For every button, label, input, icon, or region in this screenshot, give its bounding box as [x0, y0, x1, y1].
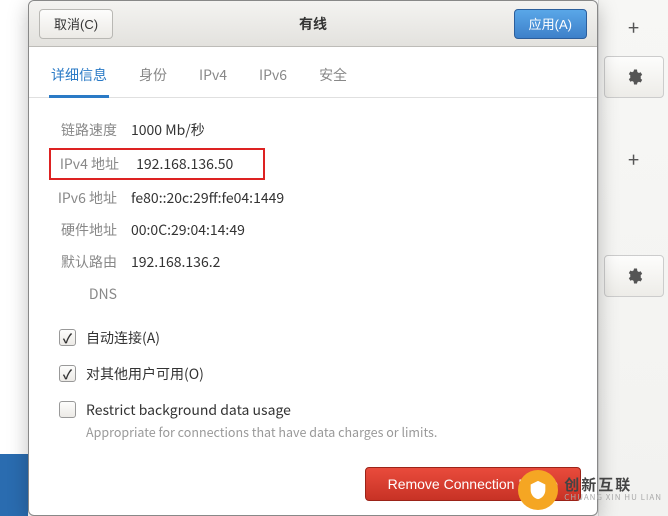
available-all-checkbox[interactable]	[59, 365, 76, 382]
settings-button[interactable]	[604, 56, 664, 98]
apply-button[interactable]: 应用(A)	[514, 9, 587, 39]
tab-details[interactable]: 详细信息	[49, 59, 109, 98]
ipv4-label: IPv4 地址	[57, 154, 119, 174]
dialog-titlebar: 取消(C) 有线 应用(A)	[29, 1, 597, 47]
hardware-row: 硬件地址 00:0C:29:04:14:49	[55, 214, 571, 246]
hardware-value: 00:0C:29:04:14:49	[131, 220, 245, 240]
route-label: 默认路由	[55, 252, 117, 272]
add-icon[interactable]: +	[599, 140, 668, 176]
restrict-data-sublabel: Appropriate for connections that have da…	[86, 422, 437, 441]
route-row: 默认路由 192.168.136.2	[55, 246, 571, 278]
link-speed-value: 1000 Mb/秒	[131, 120, 205, 140]
cancel-button[interactable]: 取消(C)	[39, 9, 113, 39]
ipv4-highlight: IPv4 地址 192.168.136.50	[49, 148, 265, 180]
auto-connect-row: 自动连接(A)	[55, 320, 571, 356]
ipv4-value: 192.168.136.50	[136, 154, 233, 174]
dns-label: DNS	[55, 284, 117, 304]
available-all-row: 对其他用户可用(O)	[55, 356, 571, 392]
route-value: 192.168.136.2	[131, 252, 220, 272]
ipv6-label: IPv6 地址	[55, 188, 117, 208]
ipv6-row: IPv6 地址 fe80::20c:29ff:fe04:1449	[55, 182, 571, 214]
dialog-title: 有线	[29, 14, 597, 34]
gear-icon	[625, 68, 643, 86]
dns-row: DNS	[55, 278, 571, 310]
link-speed-label: 链路速度	[55, 120, 117, 140]
tab-ipv6[interactable]: IPv6	[257, 59, 289, 97]
parent-sidebar-selection	[0, 454, 28, 516]
tab-ipv4[interactable]: IPv4	[197, 59, 229, 97]
dialog-footer: Remove Connection Profile	[29, 457, 597, 515]
ipv4-row: IPv4 地址 192.168.136.50	[55, 146, 571, 182]
restrict-data-label: Restrict background data usage	[86, 400, 437, 420]
tab-bar: 详细信息 身份 IPv4 IPv6 安全	[29, 47, 597, 98]
parent-window-right-column: + +	[598, 0, 668, 516]
available-all-label: 对其他用户可用(O)	[86, 364, 204, 384]
details-panel: 链路速度 1000 Mb/秒 IPv4 地址 192.168.136.50 IP…	[29, 98, 597, 457]
settings-button[interactable]	[604, 255, 664, 297]
link-speed-row: 链路速度 1000 Mb/秒	[55, 114, 571, 146]
watermark-logo-icon	[518, 470, 558, 510]
auto-connect-label: 自动连接(A)	[86, 328, 160, 348]
restrict-data-row: Restrict background data usage Appropria…	[55, 392, 571, 449]
auto-connect-checkbox[interactable]	[59, 329, 76, 346]
tab-identity[interactable]: 身份	[137, 59, 169, 97]
watermark: 创新互联 CHUANG XIN HU LIAN	[518, 470, 662, 510]
ipv6-value: fe80::20c:29ff:fe04:1449	[131, 188, 284, 208]
watermark-text-en: CHUANG XIN HU LIAN	[564, 494, 662, 503]
connection-settings-dialog: 取消(C) 有线 应用(A) 详细信息 身份 IPv4 IPv6 安全 链路速度…	[28, 0, 598, 516]
restrict-data-checkbox[interactable]	[59, 401, 76, 418]
tab-security[interactable]: 安全	[317, 59, 349, 97]
add-icon[interactable]: +	[599, 8, 668, 44]
gear-icon	[625, 267, 643, 285]
hardware-label: 硬件地址	[55, 220, 117, 240]
